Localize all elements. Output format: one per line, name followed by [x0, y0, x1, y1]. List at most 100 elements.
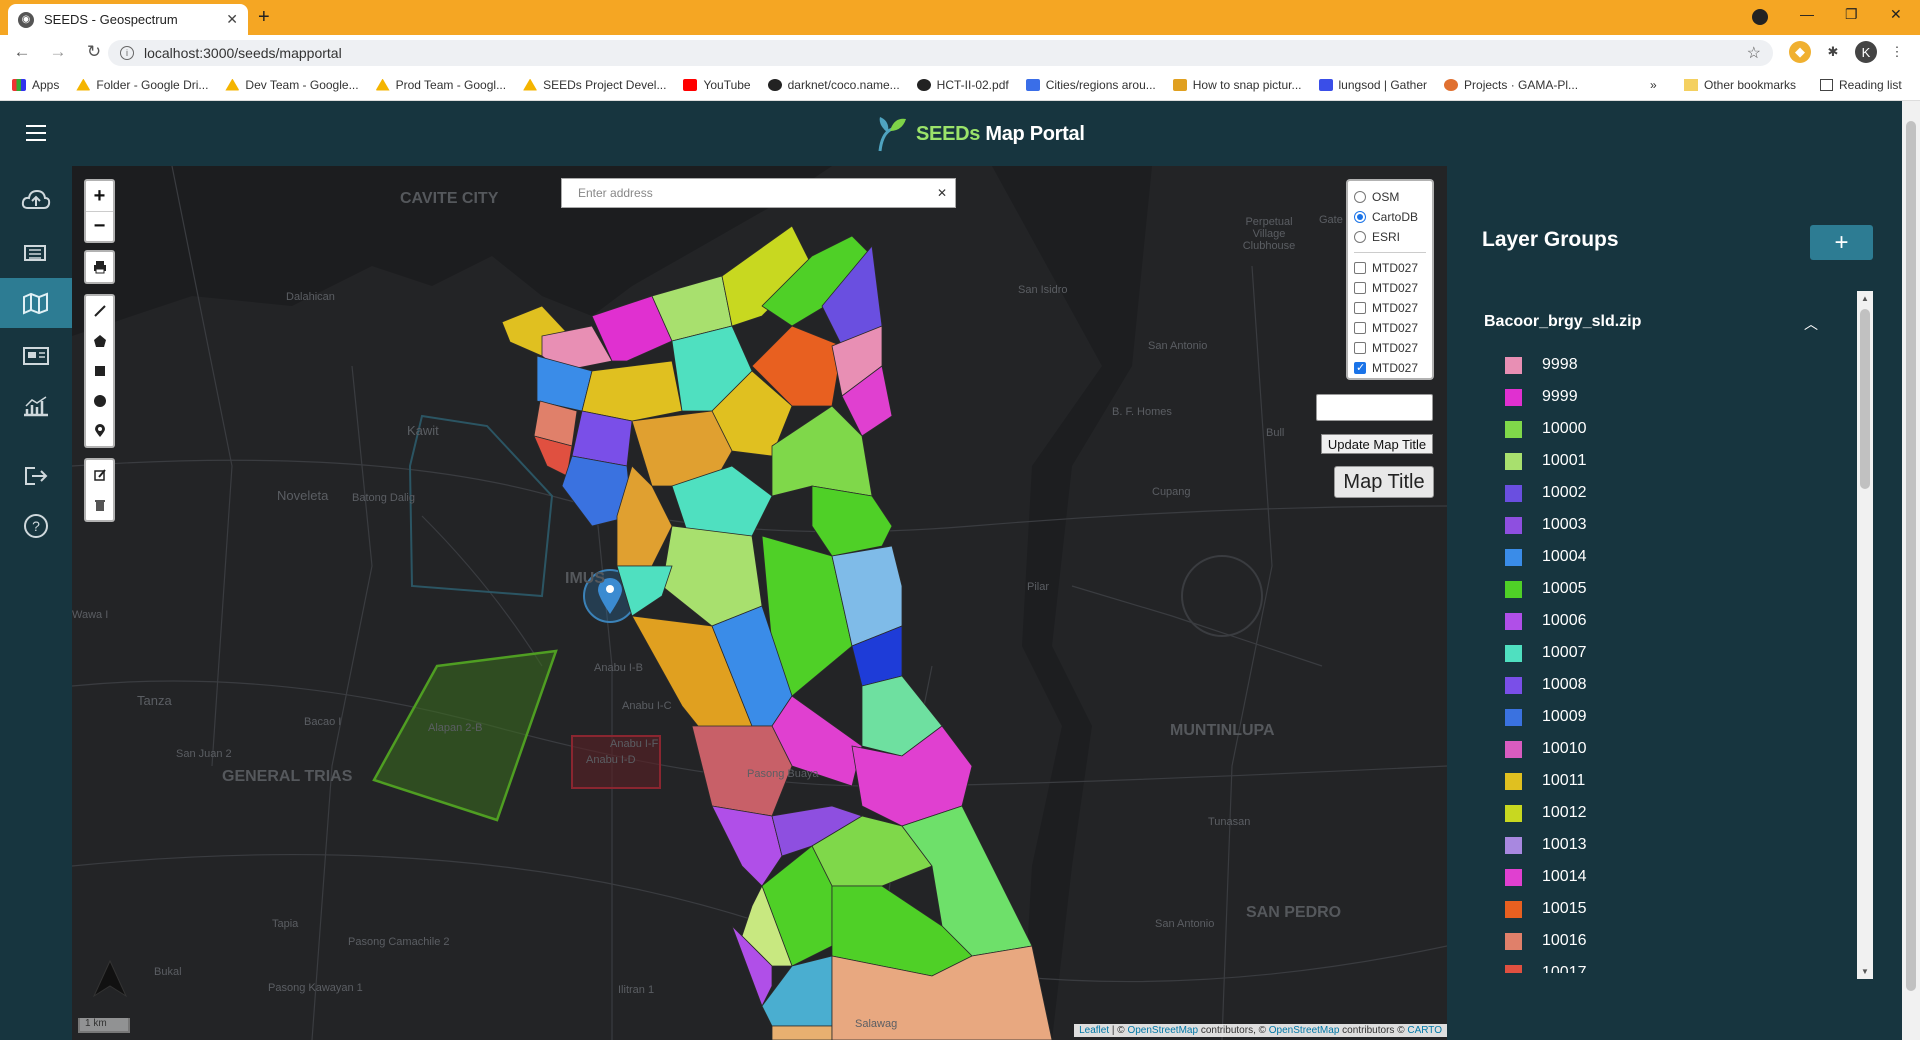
upload-cloud-icon[interactable] — [0, 176, 72, 224]
legend-swatch — [1505, 612, 1522, 630]
zoom-in-button[interactable]: + — [86, 181, 113, 211]
bookmark-item[interactable]: Prod Team - Googl... — [375, 78, 506, 92]
legend-item: 9998 — [1505, 349, 1805, 381]
map-title-button[interactable]: Map Title — [1334, 466, 1434, 498]
map-label: Bacao I — [304, 716, 342, 728]
page-scrollbar[interactable] — [1902, 101, 1920, 1040]
reading-list[interactable]: Reading list — [1820, 69, 1902, 101]
legend-label: 9999 — [1542, 388, 1578, 405]
chevron-up-icon[interactable]: ︿ — [1804, 314, 1818, 334]
osm-link[interactable]: OpenStreetMap — [1127, 1025, 1198, 1036]
metamask-extension-icon[interactable]: ◆ — [1789, 41, 1811, 63]
zoom-out-button[interactable]: − — [86, 211, 113, 241]
overlay-checkbox[interactable]: MTD027 — [1354, 298, 1426, 318]
map-basemap-and-polygons — [72, 166, 1447, 1040]
base-layer-cartodb[interactable]: CartoDB — [1354, 207, 1426, 227]
data-layers-icon[interactable] — [0, 228, 72, 276]
close-tab-icon[interactable]: ✕ — [226, 11, 238, 28]
close-window-icon[interactable]: ✕ — [1890, 6, 1902, 23]
url-field[interactable]: i localhost:3000/seeds/mapportal ☆ — [108, 40, 1773, 66]
bookmark-item[interactable]: Folder - Google Dri... — [76, 78, 208, 92]
edit-layers-icon[interactable] — [86, 460, 113, 490]
back-icon[interactable]: ← — [8, 42, 36, 62]
more-bookmarks-icon[interactable]: » — [1650, 69, 1657, 101]
overlay-checkbox[interactable]: MTD027 — [1354, 358, 1426, 378]
reload-icon[interactable]: ↻ — [80, 42, 108, 62]
bookmark-item[interactable]: Cities/regions arou... — [1025, 78, 1156, 92]
legend-item: 10001 — [1505, 445, 1805, 477]
leaflet-link[interactable]: Leaflet — [1079, 1025, 1109, 1036]
legend-label: 10017 — [1542, 964, 1587, 973]
layer-group-name[interactable]: Bacoor_brgy_sld.zip — [1484, 313, 1641, 331]
draw-marker-icon[interactable] — [86, 416, 113, 446]
legend-swatch — [1505, 388, 1522, 406]
browser-tab-strip: ◉ SEEDS - Geospectrum ✕ + — ❐ ✕ — [0, 0, 1920, 35]
extensions-puzzle-icon[interactable]: ✱ — [1822, 41, 1844, 63]
draw-rectangle-icon[interactable] — [86, 356, 113, 386]
seeds-leaf-icon — [878, 117, 906, 152]
browser-tab[interactable]: ◉ SEEDS - Geospectrum ✕ — [8, 4, 248, 35]
draw-polygon-icon[interactable] — [86, 326, 113, 356]
map-label: Pilar — [1027, 581, 1050, 593]
map-portal-icon[interactable] — [0, 278, 72, 328]
legend-item: 10011 — [1505, 765, 1805, 797]
overlay-checkbox[interactable]: MTD027 — [1354, 338, 1426, 358]
print-icon[interactable] — [86, 252, 113, 282]
overlay-checkbox[interactable]: MTD027 — [1354, 258, 1426, 278]
help-icon[interactable]: ? — [0, 502, 72, 550]
legend-item: 10012 — [1505, 797, 1805, 829]
dashboard-icon[interactable] — [0, 332, 72, 380]
clear-search-icon[interactable]: ✕ — [937, 186, 947, 200]
map-label: San Isidro — [1018, 284, 1068, 296]
hamburger-menu-icon[interactable] — [26, 125, 46, 141]
browser-menu-icon[interactable]: ⋮ — [1886, 41, 1908, 63]
overlay-checkbox[interactable]: MTD027 — [1354, 278, 1426, 298]
bookmark-item[interactable]: lungsod | Gather — [1318, 78, 1427, 92]
tab-search-icon[interactable] — [1752, 9, 1768, 25]
logout-icon[interactable] — [0, 452, 72, 500]
forward-icon[interactable]: → — [44, 42, 72, 62]
map-label: Pasong Camachile 2 — [348, 936, 450, 948]
map-label: San Antonio — [1155, 918, 1215, 930]
minimize-icon[interactable]: — — [1800, 6, 1814, 22]
carto-link[interactable]: CARTO — [1407, 1025, 1442, 1036]
base-layer-osm[interactable]: OSM — [1354, 187, 1426, 207]
legend-swatch — [1505, 836, 1522, 854]
bookmark-item[interactable]: Projects · GAMA-Pl... — [1444, 78, 1578, 92]
bookmark-star-icon[interactable]: ☆ — [1747, 43, 1761, 63]
add-layer-group-button[interactable]: + — [1810, 225, 1873, 260]
update-map-title-button[interactable]: Update Map Title — [1321, 434, 1433, 454]
profile-avatar[interactable]: K — [1855, 41, 1877, 63]
map-title-input[interactable] — [1316, 394, 1433, 421]
map-label: Anabu I-B — [594, 662, 643, 674]
address-search-input[interactable]: Enter address ✕ — [561, 178, 956, 208]
map-label: IMUS — [565, 570, 605, 587]
map-label: Alapan 2-B — [428, 722, 483, 734]
bookmark-item[interactable]: HCT-II-02.pdf — [916, 78, 1009, 92]
analytics-chart-icon[interactable] — [0, 382, 72, 430]
restore-icon[interactable]: ❐ — [1845, 6, 1858, 23]
bookmark-item[interactable]: darknet/coco.name... — [767, 78, 900, 92]
map-canvas[interactable]: CAVITE CITY Dalahican Kawit Noveleta Bat… — [72, 166, 1447, 1040]
delete-layers-icon[interactable] — [86, 490, 113, 520]
bookmark-item[interactable]: SEEDs Project Devel... — [523, 78, 666, 92]
app-header: SEEDs Map Portal — [0, 101, 1902, 166]
bookmark-item[interactable]: How to snap pictur... — [1172, 78, 1302, 92]
draw-polyline-icon[interactable] — [86, 296, 113, 326]
legend-item: 10013 — [1505, 829, 1805, 861]
app-logo: SEEDs Map Portal — [876, 115, 1085, 153]
bookmark-item[interactable]: YouTube — [683, 78, 751, 92]
site-info-icon[interactable]: i — [120, 46, 134, 60]
draw-circle-icon[interactable] — [86, 386, 113, 416]
base-layer-esri[interactable]: ESRI — [1354, 227, 1426, 247]
bookmark-item[interactable]: Dev Team - Google... — [225, 78, 359, 92]
other-bookmarks[interactable]: Other bookmarks — [1684, 69, 1796, 101]
left-nav-rail: ? — [0, 166, 72, 1040]
zoom-control: + − — [84, 179, 115, 243]
bookmark-item[interactable]: Apps — [12, 78, 59, 92]
map-label: Bull — [1266, 427, 1285, 439]
osm-link-2[interactable]: OpenStreetMap — [1269, 1025, 1340, 1036]
new-tab-icon[interactable]: + — [258, 6, 270, 29]
legend-scrollbar[interactable]: ▲ ▼ — [1857, 291, 1873, 979]
overlay-checkbox[interactable]: MTD027 — [1354, 318, 1426, 338]
